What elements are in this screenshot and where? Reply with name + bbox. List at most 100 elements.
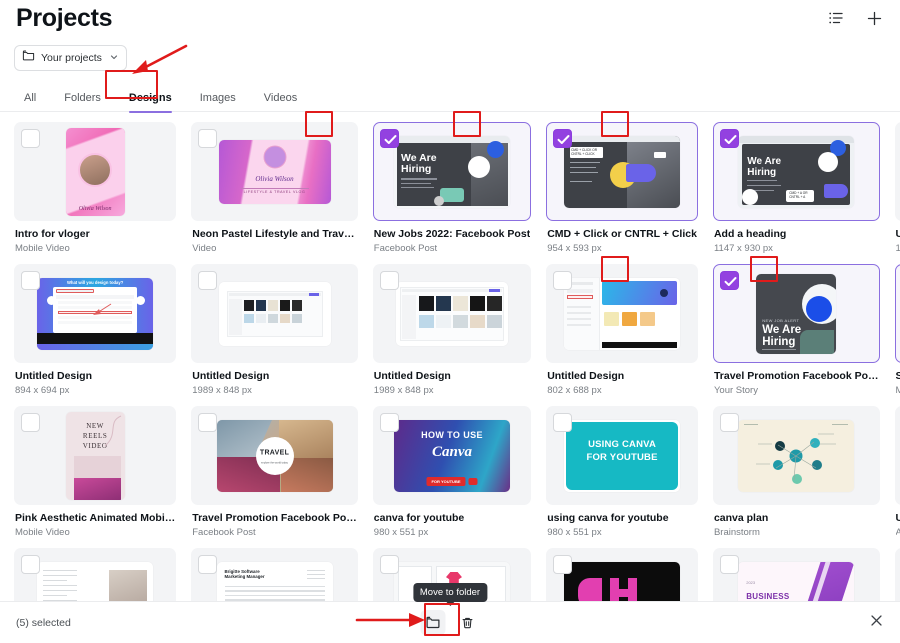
- project-selector-dropdown[interactable]: Your projects: [14, 45, 127, 71]
- project-card[interactable]: CMD + CLICK OR CNTRL + CLICK CMD + Click …: [546, 122, 698, 255]
- thumbnail-art: Olivia Wilson: [65, 127, 125, 216]
- project-subtitle: 980 x 551 px: [373, 527, 429, 538]
- thumbnail-art: We Are Hiring: [393, 135, 510, 208]
- select-checkbox[interactable]: [719, 555, 739, 574]
- tab-all[interactable]: All: [10, 84, 50, 112]
- project-thumbnail[interactable]: We Are Hiring: [372, 122, 532, 221]
- select-checkbox[interactable]: [21, 271, 40, 290]
- project-name: Untitled Design: [192, 370, 270, 382]
- close-selection-button[interactable]: [869, 613, 884, 633]
- project-card[interactable]: We Are Hiring CMD + A OR CNTRL + A Add a h…: [712, 122, 880, 255]
- tab-videos[interactable]: Videos: [250, 84, 311, 112]
- move-to-folder-button[interactable]: [420, 610, 446, 635]
- project-meta: Pink Aesthetic Animated Mobi… Mobile Vide…: [14, 505, 176, 539]
- select-checkbox[interactable]: [553, 129, 573, 148]
- tab-designs[interactable]: Designs: [115, 84, 186, 113]
- project-name: CMD + Click or CNTRL + Click: [547, 228, 697, 240]
- project-thumbnail[interactable]: [546, 264, 698, 363]
- project-subtitle: Mobile Video: [15, 527, 70, 538]
- projects-grid: Olivia Wilson Intro for vloger Mobile Vide…: [14, 122, 900, 643]
- project-thumbnail[interactable]: USING CANVA FOR YOUTUBE: [546, 406, 698, 505]
- thumbnail-art: HOW TO USE Canva FOR YOUTUBE: [393, 419, 510, 492]
- project-selector-label: Your projects: [41, 52, 102, 64]
- add-icon[interactable]: [862, 6, 886, 30]
- project-thumbnail[interactable]: Olivia Wilson LIFESTYLE & TRAVEL VLOG: [191, 122, 358, 221]
- page-header: Projects: [0, 0, 900, 33]
- project-name: Intro for vloger: [15, 228, 90, 240]
- project-card[interactable]: TRAVEL explore the world today Travel Pro…: [191, 406, 358, 539]
- page-title: Projects: [16, 4, 113, 32]
- select-checkbox[interactable]: [21, 129, 40, 148]
- project-meta: Add a heading 1147 x 930 px: [713, 221, 880, 255]
- project-thumbnail[interactable]: [372, 264, 532, 363]
- select-checkbox[interactable]: [198, 271, 218, 290]
- project-meta: Untitled Design 1098 x 823 px: [895, 221, 900, 255]
- project-card[interactable]: NEW JOB ALERT We Are Hiring Travel Promot…: [712, 264, 880, 397]
- project-meta: New Jobs 2022: Facebook Post Facebook Pos…: [373, 221, 531, 255]
- project-thumbnail[interactable]: [191, 264, 358, 363]
- select-checkbox[interactable]: [379, 271, 399, 290]
- delete-button[interactable]: [455, 610, 480, 635]
- project-card[interactable]: Untitled Design 1989 x 848 px: [372, 264, 532, 397]
- project-card[interactable]: HOW TO USE Canva FOR YOUTUBE canva for y…: [372, 406, 532, 539]
- select-checkbox[interactable]: [198, 555, 218, 574]
- project-card[interactable]: NEW REELS VIDEO Pink Aesthetic Animated Mo…: [14, 406, 177, 539]
- select-checkbox[interactable]: [553, 271, 573, 290]
- project-card[interactable]: Untitled Design 1098 x 823 px: [894, 122, 900, 255]
- list-view-icon[interactable]: [824, 6, 848, 30]
- project-thumbnail[interactable]: NEW JOB ALERT We Are Hiring: [712, 264, 880, 363]
- project-card[interactable]: LAYANG INC SUMMERVACATION Enjoy your vac…: [894, 264, 900, 397]
- project-name: Pink Aesthetic Animated Mobi…: [15, 512, 176, 524]
- project-thumbnail[interactable]: FASHIONMAGAZINECOVER: [894, 406, 900, 505]
- project-card[interactable]: Olivia Wilson LIFESTYLE & TRAVEL VLOG Neo…: [191, 122, 358, 255]
- project-thumbnail[interactable]: Olivia Wilson: [14, 122, 177, 221]
- select-checkbox[interactable]: [198, 413, 218, 432]
- tab-folders[interactable]: Folders: [50, 84, 115, 112]
- projects-grid-wrap: Olivia Wilson Intro for vloger Mobile Vide…: [0, 112, 900, 643]
- project-subtitle: A4: [896, 527, 900, 539]
- project-thumbnail[interactable]: TRAVEL explore the world today: [191, 406, 358, 505]
- project-thumbnail[interactable]: CMD + CLICK OR CNTRL + CLICK: [546, 122, 698, 221]
- select-checkbox[interactable]: [21, 413, 40, 432]
- thumbnail-art: NEW JOB ALERT We Are Hiring: [756, 273, 837, 354]
- project-subtitle: Mobile Video: [896, 385, 900, 397]
- select-checkbox[interactable]: [379, 555, 399, 574]
- project-thumbnail[interactable]: What will you design today?: [14, 264, 177, 363]
- select-checkbox[interactable]: [198, 129, 218, 148]
- project-card[interactable]: canva plan Brainstorm: [712, 406, 880, 539]
- thumbnail-art: NEW REELS VIDEO: [65, 411, 125, 500]
- select-checkbox[interactable]: [719, 271, 739, 290]
- select-checkbox[interactable]: [379, 413, 399, 432]
- select-checkbox[interactable]: [379, 129, 399, 148]
- selection-action-bar: (5) selected Move to folder: [0, 583, 900, 643]
- select-checkbox[interactable]: [719, 129, 739, 148]
- project-thumbnail[interactable]: We Are Hiring CMD + A OR CNTRL + A: [712, 122, 880, 221]
- project-thumbnail[interactable]: LAYANG INC SUMMERVACATION Enjoy your vac…: [894, 264, 900, 363]
- project-name: Untitled Design: [896, 227, 900, 241]
- project-name: using canva for youtube: [547, 512, 669, 524]
- project-card[interactable]: USING CANVA FOR YOUTUBE using canva for yo…: [546, 406, 698, 539]
- project-card[interactable]: What will you design today? Untitled Des…: [14, 264, 177, 397]
- project-name: Untitled Design: [15, 370, 93, 382]
- project-name: Neon Pastel Lifestyle and Trav…: [192, 228, 355, 240]
- project-thumbnail[interactable]: NEW REELS VIDEO: [14, 406, 177, 505]
- project-name: Travel Promotion Facebook Po…: [713, 370, 879, 382]
- project-meta: Untitled Design 1989 x 848 px: [191, 363, 358, 397]
- project-card[interactable]: Untitled Design 802 x 688 px: [546, 264, 698, 397]
- project-thumbnail[interactable]: HOW TO USE Canva FOR YOUTUBE: [372, 406, 532, 505]
- thumbnail-art: What will you design today?: [37, 277, 154, 350]
- select-checkbox[interactable]: [553, 555, 573, 574]
- project-card[interactable]: FASHIONMAGAZINECOVER Untitled Design A4: [894, 406, 900, 539]
- project-card[interactable]: We Are Hiring New Jobs 2022: Facebook Pos…: [372, 122, 532, 255]
- tab-images[interactable]: Images: [186, 84, 250, 112]
- select-checkbox[interactable]: [553, 413, 573, 432]
- project-thumbnail[interactable]: [894, 122, 900, 221]
- project-name: New Jobs 2022: Facebook Post: [373, 228, 531, 240]
- project-card[interactable]: Olivia Wilson Intro for vloger Mobile Vide…: [14, 122, 177, 255]
- select-checkbox[interactable]: [719, 413, 739, 432]
- project-card[interactable]: Untitled Design 1989 x 848 px: [191, 264, 358, 397]
- chevron-down-icon: [109, 49, 119, 67]
- project-thumbnail[interactable]: [712, 406, 880, 505]
- project-meta: Neon Pastel Lifestyle and Trav… Video: [191, 221, 358, 255]
- select-checkbox[interactable]: [21, 555, 40, 574]
